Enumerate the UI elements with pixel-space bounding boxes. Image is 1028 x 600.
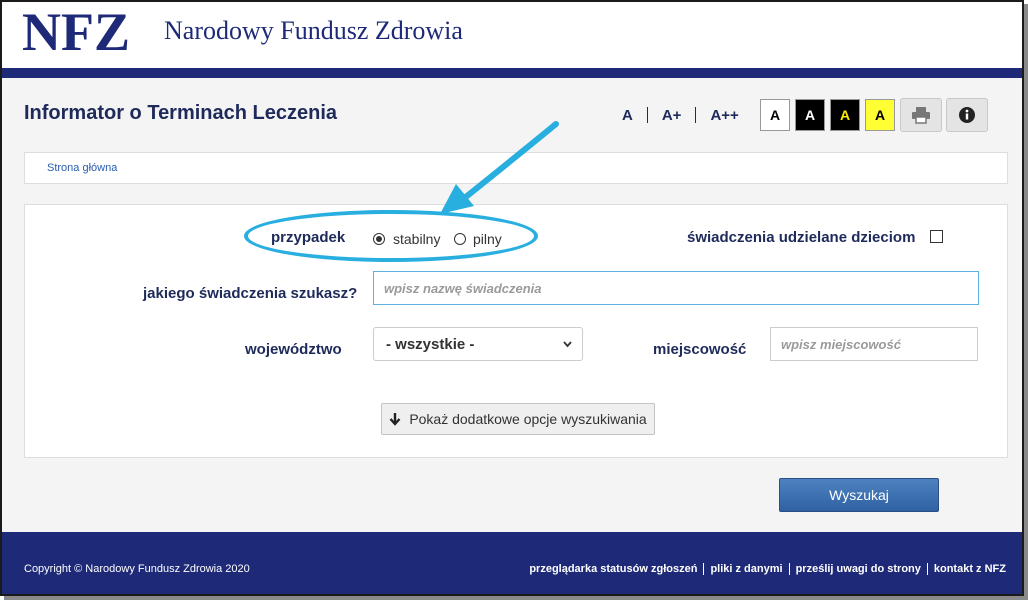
browser-frame: NFZ Narodowy Fundusz Zdrowia Informator … [0, 0, 1024, 596]
more-options-button[interactable]: Pokaż dodatkowe opcje wyszukiwania [381, 403, 655, 435]
page-title: Informator o Terminach Leczenia [24, 102, 338, 124]
breadcrumb-home-link[interactable]: Strona główna [47, 162, 117, 174]
divider [788, 563, 790, 575]
arrow-down-icon [389, 413, 401, 426]
window-shadow [1024, 4, 1028, 600]
window-shadow [4, 596, 1028, 600]
divider [703, 563, 705, 575]
org-name: Narodowy Fundusz Zdrowia [164, 16, 463, 45]
font-size-largest-button[interactable]: A++ [702, 107, 746, 124]
divider [926, 563, 928, 575]
children-label: świadczenia udzielane dzieciom [687, 229, 916, 246]
contrast-black-white-button[interactable]: A [795, 99, 825, 131]
site-header: NFZ Narodowy Fundusz Zdrowia [2, 2, 1022, 68]
chevron-down-icon [563, 341, 572, 348]
site-footer: Copyright © Narodowy Fundusz Zdrowia 202… [2, 532, 1022, 594]
city-label: miejscowość [653, 341, 747, 358]
font-size-normal-button[interactable]: A [614, 107, 641, 124]
printer-icon [912, 107, 930, 124]
divider [695, 107, 697, 123]
contrast-default-button[interactable]: A [760, 99, 790, 131]
footer-links: przeglądarka statusów zgłoszeń pliki z d… [529, 563, 1006, 575]
service-label: jakiego świadczenia szukasz? [143, 285, 358, 302]
search-button[interactable]: Wyszukaj [779, 478, 939, 512]
contrast-yellow-black-button[interactable]: A [865, 99, 895, 131]
divider [646, 107, 648, 123]
print-button[interactable] [900, 98, 942, 132]
footer-link-feedback[interactable]: prześlij uwagi do strony [796, 563, 921, 575]
nfz-logo[interactable]: NFZ [22, 2, 130, 62]
city-input[interactable] [770, 327, 978, 361]
font-size-controls: A A+ A++ [614, 102, 747, 128]
copyright: Copyright © Narodowy Fundusz Zdrowia 202… [24, 563, 250, 575]
footer-link-status-browser[interactable]: przeglądarka statusów zgłoszeń [529, 563, 697, 575]
annotation-arrow-icon [440, 121, 559, 214]
font-size-larger-button[interactable]: A+ [654, 107, 690, 124]
province-select-value: - wszystkie - [386, 336, 475, 353]
header-bar [2, 68, 1022, 78]
more-options-label: Pokaż dodatkowe opcje wyszukiwania [409, 411, 647, 427]
info-icon [959, 107, 975, 123]
logo-text: NFZ [22, 6, 130, 54]
province-select[interactable]: - wszystkie - [373, 327, 583, 361]
footer-link-data-files[interactable]: pliki z danymi [710, 563, 782, 575]
children-checkbox[interactable] [930, 230, 943, 243]
service-input[interactable] [373, 271, 979, 305]
footer-link-contact[interactable]: kontakt z NFZ [934, 563, 1006, 575]
info-button[interactable] [946, 98, 988, 132]
contrast-black-yellow-button[interactable]: A [830, 99, 860, 131]
province-label: województwo [245, 341, 342, 358]
